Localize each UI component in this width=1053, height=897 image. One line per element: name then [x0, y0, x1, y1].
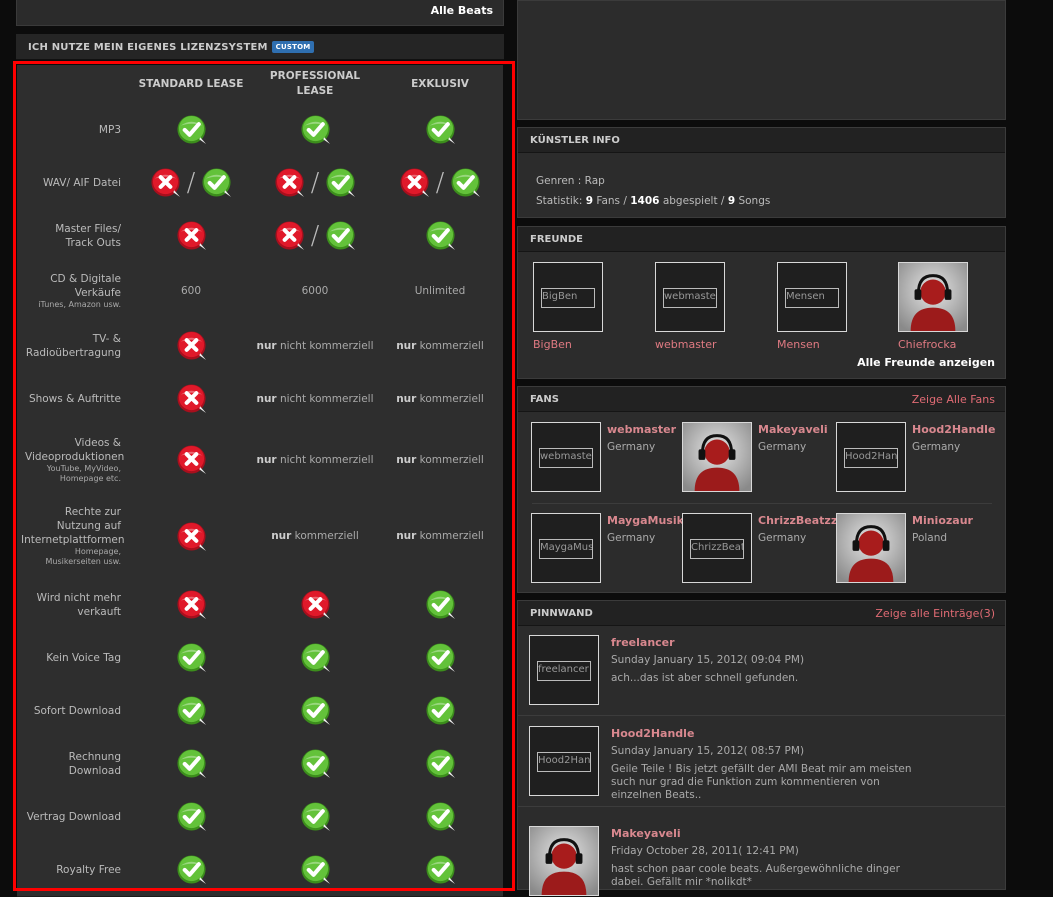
fan-name[interactable]: MaygaMusik	[607, 514, 684, 527]
fan-avatar[interactable]: MaygaMusik	[531, 513, 601, 583]
broken-image-alt: Hood2Handle	[537, 752, 591, 772]
wall-author[interactable]: Makeyaveli	[611, 827, 681, 840]
genre-line: Genren : Rap	[536, 175, 605, 187]
wall-author[interactable]: Hood2Handle	[611, 727, 694, 740]
friends-panel: FREUNDE BigBen BigBen webmaster webmaster Me…	[517, 226, 1006, 379]
fan-avatar[interactable]: ChrizzBeatzz	[682, 513, 752, 583]
wall-date: Sunday January 15, 2012( 08:57 PM)	[611, 745, 805, 757]
stats-label: Statistik:	[536, 195, 583, 207]
fan-avatar[interactable]	[836, 513, 906, 583]
fans-label: Fans /	[596, 195, 627, 207]
default-avatar-icon	[683, 423, 751, 491]
fans-panel: FANS Zeige Alle Fans webmaster webmaster Ge…	[517, 386, 1006, 593]
fan-country: Poland	[912, 532, 948, 544]
default-avatar-icon	[837, 514, 905, 582]
broken-image-alt: Mensen	[785, 288, 839, 308]
fans-count: 9	[585, 195, 594, 207]
wall-text: Geile Teile ! Bis jetzt gefällt der AMI …	[611, 763, 912, 801]
fan-country: Germany	[758, 532, 807, 544]
artist-info-header: KÜNSTLER INFO	[518, 128, 1005, 153]
genre-label: Genren :	[536, 175, 582, 187]
wall-date: Sunday January 15, 2012( 09:04 PM)	[611, 654, 805, 666]
songs-label: Songs	[738, 195, 771, 207]
stats-line: Statistik: 9 Fans / 1406 abgespielt / 9 …	[536, 195, 770, 207]
default-avatar-icon	[899, 263, 967, 331]
fans-header: FANS Zeige Alle Fans	[518, 387, 1005, 412]
friend-name[interactable]: Chiefrocka	[898, 338, 956, 351]
wall-divider	[518, 806, 1005, 807]
player-panel	[517, 0, 1006, 120]
broken-image-alt: ChrizzBeatzz	[690, 539, 744, 559]
fan-name[interactable]: webmaster	[607, 423, 676, 436]
broken-image-alt: MaygaMusik	[539, 539, 593, 559]
artist-info-panel: KÜNSTLER INFO Genren : Rap Statistik: 9 …	[517, 127, 1006, 218]
fan-name[interactable]: ChrizzBeatzz	[758, 514, 837, 527]
wall-text: ach...das ist aber schnell gefunden.	[611, 672, 799, 684]
wall-avatar[interactable]: freelancer	[529, 635, 599, 705]
fan-country: Germany	[607, 532, 656, 544]
wall-panel: PINNWAND Zeige alle Einträge(3) freelance…	[517, 600, 1006, 896]
fans-title: FANS	[530, 394, 559, 405]
all-beats-link[interactable]: Alle Beats	[431, 4, 493, 17]
broken-image-alt: Hood2Handle	[844, 448, 898, 468]
fan-name[interactable]: Makeyaveli	[758, 423, 828, 436]
wall-text: hast schon paar coole beats. Außergewöhn…	[611, 863, 900, 888]
wall-date: Friday October 28, 2011( 12:41 PM)	[611, 845, 799, 857]
played-label: abgespielt /	[662, 195, 725, 207]
genre-value: Rap	[584, 175, 605, 187]
played-count: 1406	[630, 195, 660, 207]
all-fans-link[interactable]: Zeige Alle Fans	[912, 393, 995, 406]
wall-divider	[518, 715, 1005, 716]
songs-count: 9	[727, 195, 736, 207]
fans-divider	[532, 503, 992, 504]
wall-header: PINNWAND Zeige alle Einträge(3)	[518, 601, 1005, 626]
all-friends-link[interactable]: Alle Freunde anzeigen	[857, 356, 995, 369]
fan-country: Germany	[607, 441, 656, 453]
highlight-frame	[13, 61, 515, 891]
friends-header: FREUNDE	[518, 227, 1005, 252]
friend-name[interactable]: Mensen	[777, 338, 820, 351]
fan-avatar[interactable]: Hood2Handle	[836, 422, 906, 492]
friend-name[interactable]: webmaster	[655, 338, 717, 351]
broken-image-alt: freelancer	[537, 661, 591, 681]
broken-image-alt: BigBen	[541, 288, 595, 308]
friend-avatar[interactable]: webmaster	[655, 262, 725, 332]
friend-avatar[interactable]	[898, 262, 968, 332]
fan-name[interactable]: Miniozaur	[912, 514, 973, 527]
license-header: ICH NUTZE MEIN EIGENES LIZENZSYSTEM CUSTO…	[16, 34, 504, 60]
fan-name[interactable]: Hood2Handle	[912, 423, 995, 436]
friend-avatar[interactable]: Mensen	[777, 262, 847, 332]
friend-name[interactable]: BigBen	[533, 338, 572, 351]
custom-badge: CUSTOM	[271, 41, 315, 53]
wall-title: PINNWAND	[530, 608, 593, 619]
fan-avatar[interactable]: webmaster	[531, 422, 601, 492]
friends-title: FREUNDE	[530, 234, 583, 245]
wall-avatar[interactable]	[529, 826, 599, 896]
default-avatar-icon	[530, 827, 598, 895]
artist-info-title: KÜNSTLER INFO	[530, 135, 620, 146]
fan-country: Germany	[912, 441, 961, 453]
license-title: ICH NUTZE MEIN EIGENES LIZENZSYSTEM	[28, 42, 268, 53]
broken-image-alt: webmaster	[539, 448, 593, 468]
all-entries-link[interactable]: Zeige alle Einträge(3)	[875, 607, 995, 620]
fan-avatar[interactable]	[682, 422, 752, 492]
fan-country: Germany	[758, 441, 807, 453]
broken-image-alt: webmaster	[663, 288, 717, 308]
wall-avatar[interactable]: Hood2Handle	[529, 726, 599, 796]
all-beats-bar: Alle Beats	[16, 0, 504, 26]
friend-avatar[interactable]: BigBen	[533, 262, 603, 332]
wall-author[interactable]: freelancer	[611, 636, 675, 649]
